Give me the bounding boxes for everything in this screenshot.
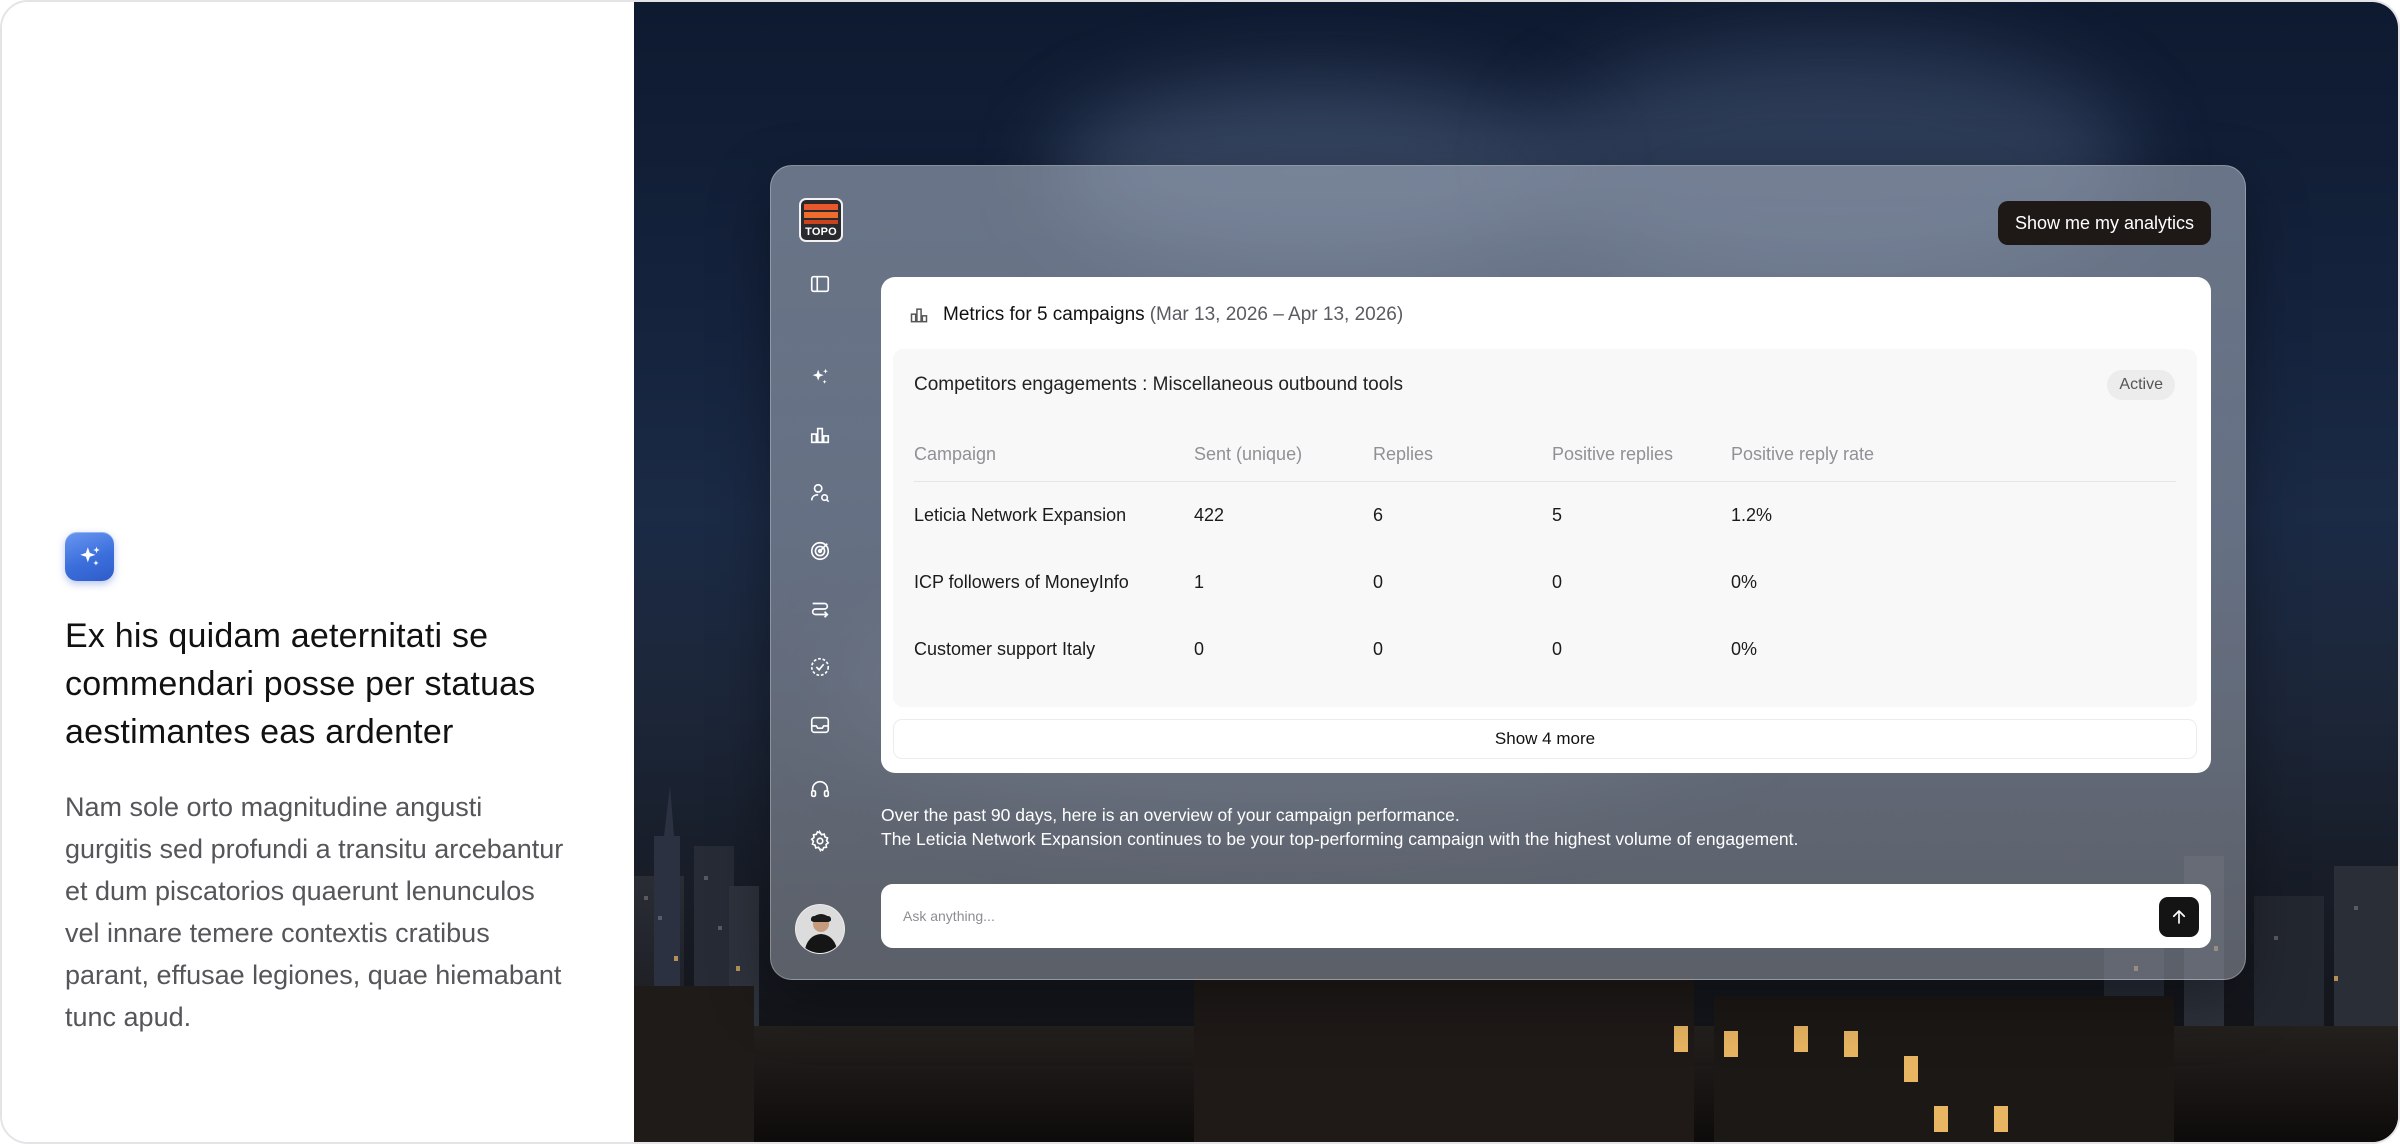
send-button[interactable] — [2159, 897, 2199, 937]
sidebar-toggle-icon[interactable] — [807, 271, 833, 297]
status-badge: Active — [2107, 370, 2175, 400]
table-cell: 0 — [1373, 572, 1384, 592]
table-cell: Customer support Italy — [914, 639, 1096, 659]
table-cell: 0% — [1731, 639, 1758, 659]
page-frame: Ex his quidam aeternitati se commendari … — [0, 0, 2400, 1144]
table-row[interactable]: Customer support Italy 0 0 0 0% — [914, 616, 2176, 683]
column-header-positive-replies: Positive replies — [1552, 444, 1674, 464]
bar-chart-icon — [910, 308, 928, 323]
table-cell: 1.2% — [1731, 505, 1773, 525]
table-cell: 0 — [1194, 639, 1205, 659]
summary-line: Over the past 90 days, here is an overvi… — [881, 805, 1460, 825]
column-header-replies: Replies — [1373, 444, 1434, 464]
logo-text: TOPO — [805, 226, 837, 238]
arrow-up-icon — [2172, 910, 2186, 924]
sparkles-icon — [79, 546, 100, 566]
sidebar-rail: TOPO — [771, 166, 869, 979]
app-window: TOPO Show me my analytics Metrics for 5 … — [770, 165, 2246, 980]
table-cell: 6 — [1373, 505, 1384, 525]
headset-icon[interactable] — [807, 776, 833, 802]
ask-input[interactable] — [903, 884, 2103, 948]
metrics-header: Metrics for 5 campaigns (Mar 13, 2026 – … — [909, 303, 1403, 327]
metrics-title: Metrics for 5 campaigns — [943, 304, 1145, 325]
metrics-table: Campaign Sent (unique) Replies Positive … — [914, 431, 2176, 683]
ask-bar — [881, 884, 2211, 948]
table-row[interactable]: ICP followers of MoneyInfo 1 0 0 0% — [914, 549, 2176, 616]
table-cell: 0 — [1552, 572, 1563, 592]
metrics-card: Metrics for 5 campaigns (Mar 13, 2026 – … — [881, 277, 2211, 773]
column-header-sent: Sent (unique) — [1194, 444, 1303, 464]
user-search-icon[interactable] — [807, 480, 833, 506]
avatar[interactable] — [795, 904, 845, 954]
sparkles-icon[interactable] — [807, 364, 833, 390]
column-header-campaign: Campaign — [914, 444, 997, 464]
column-header-positive-reply-rate: Positive reply rate — [1731, 444, 1875, 464]
table-cell: 0 — [1373, 639, 1384, 659]
show-more-button[interactable]: Show 4 more — [893, 719, 2197, 759]
table-cell: Leticia Network Expansion — [914, 505, 1127, 525]
table-header-row: Campaign Sent (unique) Replies Positive … — [914, 431, 2176, 482]
show-analytics-button[interactable]: Show me my analytics — [1997, 201, 2211, 245]
left-panel: Ex his quidam aeternitati se commendari … — [2, 2, 634, 1142]
feature-badge — [65, 532, 114, 581]
body-text: Nam sole orto magnitudine angusti gurgit… — [65, 792, 564, 1032]
metrics-date-range: (Mar 13, 2026 – Apr 13, 2026) — [1149, 304, 1404, 325]
gear-icon[interactable] — [807, 828, 833, 854]
target-icon[interactable] — [807, 538, 833, 564]
table-cell: 0% — [1731, 572, 1758, 592]
inbox-icon[interactable] — [807, 712, 833, 738]
summary-text: Over the past 90 days, here is an overvi… — [881, 803, 2081, 851]
headline: Ex his quidam aeternitati se commendari … — [65, 617, 536, 751]
check-circle-icon[interactable] — [807, 654, 833, 680]
summary-line: The Leticia Network Expansion continues … — [881, 829, 1799, 849]
table-cell: ICP followers of MoneyInfo — [914, 572, 1129, 592]
table-cell: 422 — [1194, 505, 1225, 525]
campaign-group-panel: Competitors engagements : Miscellaneous … — [893, 349, 2197, 707]
campaign-group-name: Competitors engagements : Miscellaneous … — [914, 374, 1404, 395]
table-cell: 5 — [1552, 505, 1563, 525]
topo-logo[interactable]: TOPO — [799, 198, 843, 242]
table-cell: 1 — [1194, 572, 1205, 592]
bar-chart-icon[interactable] — [807, 422, 833, 448]
route-icon[interactable] — [807, 596, 833, 622]
table-cell: 0 — [1552, 639, 1563, 659]
table-row[interactable]: Leticia Network Expansion 422 6 5 1.2% — [914, 482, 2176, 549]
